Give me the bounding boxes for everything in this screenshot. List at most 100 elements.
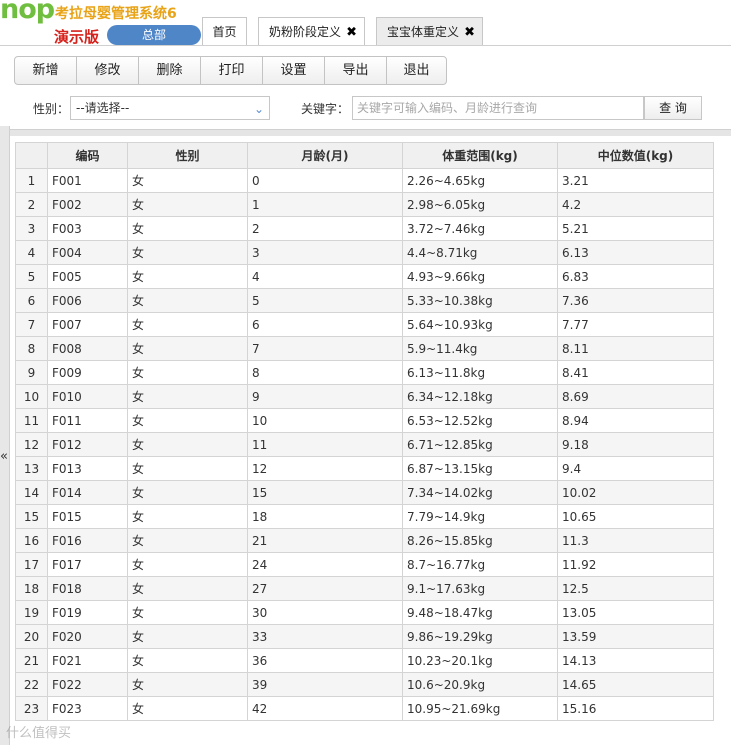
row-number: 21 <box>15 648 48 673</box>
exit-button[interactable]: 退出 <box>387 57 446 84</box>
cell-median-weight: 7.77 <box>557 312 714 337</box>
table-row[interactable]: 13 F013 女 12 6.87~13.15kg 9.4 <box>15 456 714 481</box>
table-row[interactable]: 14 F014 女 15 7.34~14.02kg 10.02 <box>15 480 714 505</box>
row-number: 3 <box>15 216 48 241</box>
table-row[interactable]: 11 F011 女 10 6.53~12.52kg 8.94 <box>15 408 714 433</box>
cell-age-months: 10 <box>247 408 403 433</box>
cell-gender: 女 <box>127 384 248 409</box>
cell-code: F020 <box>47 624 128 649</box>
cell-age-months: 11 <box>247 432 403 457</box>
cell-code: F017 <box>47 552 128 577</box>
cell-gender: 女 <box>127 360 248 385</box>
table-row[interactable]: 4 F004 女 3 4.4~8.71kg 6.13 <box>15 240 714 265</box>
column-header-age-months[interactable]: 月龄(月) <box>247 142 403 169</box>
cell-weight-range: 6.87~13.15kg <box>402 456 558 481</box>
chevron-down-icon: ⌄ <box>253 102 264 116</box>
cell-age-months: 27 <box>247 576 403 601</box>
tab-milk-stage-definition[interactable]: 奶粉阶段定义 ✖ <box>258 17 365 46</box>
cell-age-months: 36 <box>247 648 403 673</box>
cell-gender: 女 <box>127 456 248 481</box>
cell-gender: 女 <box>127 504 248 529</box>
table-row[interactable]: 3 F003 女 2 3.72~7.46kg 5.21 <box>15 216 714 241</box>
cell-gender: 女 <box>127 240 248 265</box>
table-row[interactable]: 22 F022 女 39 10.6~20.9kg 14.65 <box>15 672 714 697</box>
row-number: 5 <box>15 264 48 289</box>
table-row[interactable]: 21 F021 女 36 10.23~20.1kg 14.13 <box>15 648 714 673</box>
table-row[interactable]: 5 F005 女 4 4.93~9.66kg 6.83 <box>15 264 714 289</box>
gender-select-value: --请选择-- <box>76 101 130 115</box>
cell-median-weight: 15.16 <box>557 696 714 721</box>
query-button[interactable]: 查 询 <box>644 96 702 120</box>
cell-weight-range: 2.98~6.05kg <box>402 192 558 217</box>
row-number: 11 <box>15 408 48 433</box>
table-row[interactable]: 23 F023 女 42 10.95~21.69kg 15.16 <box>15 696 714 721</box>
cell-weight-range: 9.86~19.29kg <box>402 624 558 649</box>
cell-age-months: 12 <box>247 456 403 481</box>
export-button[interactable]: 导出 <box>325 57 387 84</box>
tab-home[interactable]: 首页 <box>202 17 247 46</box>
table-row[interactable]: 19 F019 女 30 9.48~18.47kg 13.05 <box>15 600 714 625</box>
cell-gender: 女 <box>127 168 248 193</box>
cell-code: F010 <box>47 384 128 409</box>
sidebar-collapse-handle[interactable] <box>0 126 10 745</box>
cell-age-months: 9 <box>247 384 403 409</box>
table-row[interactable]: 2 F002 女 1 2.98~6.05kg 4.2 <box>15 192 714 217</box>
cell-median-weight: 10.02 <box>557 480 714 505</box>
table-row[interactable]: 18 F018 女 27 9.1~17.63kg 12.5 <box>15 576 714 601</box>
edit-button[interactable]: 修改 <box>77 57 139 84</box>
keyword-search-input[interactable] <box>352 96 644 120</box>
table-row[interactable]: 6 F006 女 5 5.33~10.38kg 7.36 <box>15 288 714 313</box>
cell-median-weight: 8.11 <box>557 336 714 361</box>
table-row[interactable]: 8 F008 女 7 5.9~11.4kg 8.11 <box>15 336 714 361</box>
cell-age-months: 6 <box>247 312 403 337</box>
cell-weight-range: 6.53~12.52kg <box>402 408 558 433</box>
column-header-weight-range[interactable]: 体重范围(kg) <box>402 142 558 169</box>
headquarters-button[interactable]: 总部 <box>107 25 201 45</box>
table-row[interactable]: 15 F015 女 18 7.79~14.9kg 10.65 <box>15 504 714 529</box>
cell-gender: 女 <box>127 528 248 553</box>
cell-code: F018 <box>47 576 128 601</box>
table-row[interactable]: 17 F017 女 24 8.7~16.77kg 11.92 <box>15 552 714 577</box>
cell-age-months: 3 <box>247 240 403 265</box>
cell-weight-range: 5.9~11.4kg <box>402 336 558 361</box>
cell-age-months: 5 <box>247 288 403 313</box>
cell-weight-range: 10.6~20.9kg <box>402 672 558 697</box>
grid-header-row: 编码 性别 月龄(月) 体重范围(kg) 中位数值(kg) <box>15 142 714 169</box>
cell-gender: 女 <box>127 432 248 457</box>
cell-gender: 女 <box>127 336 248 361</box>
print-button[interactable]: 打印 <box>201 57 263 84</box>
column-header-gender[interactable]: 性别 <box>127 142 248 169</box>
cell-code: F023 <box>47 696 128 721</box>
table-row[interactable]: 12 F012 女 11 6.71~12.85kg 9.18 <box>15 432 714 457</box>
table-row[interactable]: 10 F010 女 9 6.34~12.18kg 8.69 <box>15 384 714 409</box>
add-button[interactable]: 新增 <box>15 57 77 84</box>
table-row[interactable]: 9 F009 女 8 6.13~11.8kg 8.41 <box>15 360 714 385</box>
close-icon[interactable]: ✖ <box>464 18 475 47</box>
cell-weight-range: 4.4~8.71kg <box>402 240 558 265</box>
tab-baby-weight-definition[interactable]: 宝宝体重定义 ✖ <box>376 17 483 46</box>
gender-select[interactable]: --请选择-- ⌄ <box>70 96 270 120</box>
row-number: 16 <box>15 528 48 553</box>
row-number: 1 <box>15 168 48 193</box>
tab-milk-stage-label: 奶粉阶段定义 <box>269 25 342 39</box>
column-header-median-weight[interactable]: 中位数值(kg) <box>557 142 714 169</box>
row-number: 8 <box>15 336 48 361</box>
cell-weight-range: 9.48~18.47kg <box>402 600 558 625</box>
table-row[interactable]: 20 F020 女 33 9.86~19.29kg 13.59 <box>15 624 714 649</box>
row-number: 23 <box>15 696 48 721</box>
collapse-left-icon[interactable]: « <box>0 449 8 464</box>
cell-gender: 女 <box>127 312 248 337</box>
delete-button[interactable]: 删除 <box>139 57 201 84</box>
close-icon[interactable]: ✖ <box>346 18 357 47</box>
cell-median-weight: 4.2 <box>557 192 714 217</box>
table-row[interactable]: 16 F016 女 21 8.26~15.85kg 11.3 <box>15 528 714 553</box>
gender-filter-label: 性别： <box>33 102 70 116</box>
table-row[interactable]: 7 F007 女 6 5.64~10.93kg 7.77 <box>15 312 714 337</box>
cell-code: F005 <box>47 264 128 289</box>
data-grid: 编码 性别 月龄(月) 体重范围(kg) 中位数值(kg) 1 F001 女 0 2.2… <box>15 142 714 721</box>
row-number: 15 <box>15 504 48 529</box>
settings-button[interactable]: 设置 <box>263 57 325 84</box>
table-row[interactable]: 1 F001 女 0 2.26~4.65kg 3.21 <box>15 168 714 193</box>
cell-weight-range: 7.34~14.02kg <box>402 480 558 505</box>
column-header-code[interactable]: 编码 <box>47 142 128 169</box>
